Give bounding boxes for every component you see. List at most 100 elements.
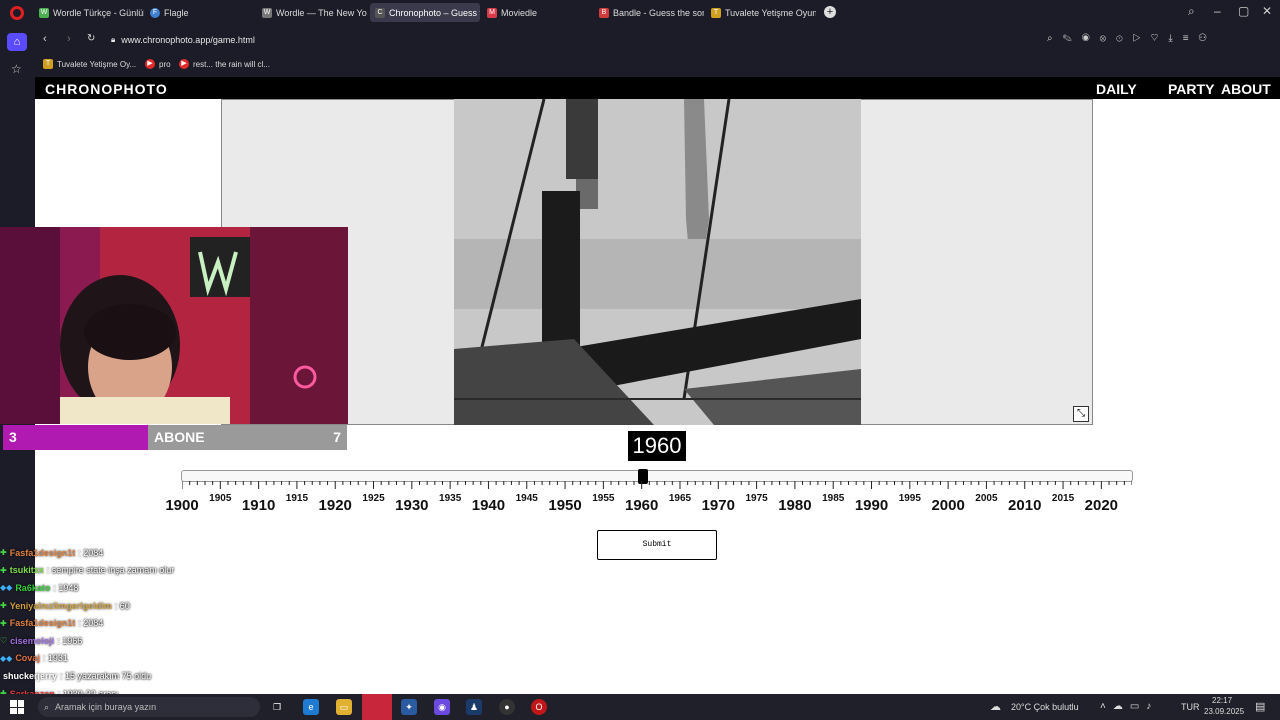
tick-label-minor: 1985 [822, 493, 845, 504]
chat-username[interactable]: Fasfa1design1t [10, 548, 76, 558]
chat-message: ✚ tsukitxx: sempire state inşa zamanı olu… [0, 562, 280, 580]
historic-photo [454, 99, 861, 425]
chat-text: : 1948 [53, 582, 79, 593]
chat-username[interactable]: tsukitxx [10, 565, 44, 575]
windows-start-icon[interactable] [10, 700, 24, 714]
edge-icon[interactable]: e [303, 699, 319, 715]
language-indicator[interactable]: TUR [1181, 702, 1200, 712]
webcam-overlay [0, 227, 348, 424]
tick-label-minor: 1965 [668, 493, 692, 504]
tab-favicon-icon: M [487, 7, 497, 18]
selected-year: 1960 [628, 431, 686, 461]
youtube-icon: ▶ [145, 59, 155, 69]
obs-icon[interactable]: ● [499, 699, 515, 715]
chat-username[interactable]: Covaj [15, 653, 40, 663]
chat-badge-icon: ✚ [0, 601, 7, 611]
tick-label-major: 1900 [165, 497, 199, 514]
tick-label-major: 2010 [1008, 497, 1042, 514]
chat-username[interactable]: Fasfa1design1t [10, 618, 76, 628]
reload-icon[interactable]: ↻ [87, 33, 95, 44]
tick-label-minor: 1995 [898, 493, 921, 504]
notification-icon[interactable]: ▤ [1255, 700, 1265, 713]
minimize-icon[interactable]: – [1214, 4, 1221, 18]
chat-username[interactable]: shuckerjerry [3, 671, 57, 681]
url-field[interactable]: 🔒︎ www.chronophoto.app/game.html [105, 30, 1045, 50]
tab-chronophoto[interactable]: CChronophoto – Guess the [370, 3, 480, 22]
app-blue-icon[interactable]: ✦ [401, 699, 417, 715]
chat-text: : 1966 [57, 635, 83, 646]
stream-chat: ✚ Fasfa1design1t: 2084 ✚ tsukitxx: sempire … [0, 544, 280, 700]
tick-label-minor: 1955 [592, 493, 615, 504]
chat-text: : 2084 [78, 547, 104, 558]
tab-search-icon[interactable]: ⌕ [1188, 4, 1195, 19]
tick-label-minor: 2015 [1051, 493, 1075, 504]
forward-icon[interactable]: › [67, 33, 71, 45]
exit-fullscreen-icon[interactable]: ⤡ [1073, 406, 1089, 422]
tick-label-minor: 1915 [285, 493, 309, 504]
bookmark-pro[interactable]: ▶ pro [145, 59, 171, 69]
youtube-icon: ▶ [179, 59, 189, 69]
bookmark-rest[interactable]: ▶ rest... the rain will cl... [179, 59, 270, 69]
home-icon[interactable]: ⌂ [7, 33, 27, 51]
chat-badge-icon: ◆◆ [0, 653, 13, 663]
chat-message: ✚ Fasfa1design1t: 2084 [0, 614, 280, 632]
tab-flagle[interactable]: F Flagle [145, 3, 255, 22]
slider-ticks [182, 481, 1132, 489]
tab-favicon-icon: F [150, 7, 160, 18]
chat-text: : 1931 [42, 653, 68, 664]
maximize-icon[interactable]: ▢ [1238, 4, 1249, 18]
tab-wordle-nyt[interactable]: WWordle — The New York T [257, 3, 367, 22]
chat-username[interactable]: cisemoloji [10, 636, 54, 646]
browser-tab-bar: WWordle Türkçe - Günlük K FFlagle WWordl… [0, 0, 1280, 26]
weather-text[interactable]: 20°C Çok bulutlu [1011, 702, 1079, 712]
tab-moviedle[interactable]: M Moviedle [482, 3, 592, 22]
tick-label-major: 1920 [318, 497, 352, 514]
chat-username[interactable]: Yeniyalnızlimgerlgeldim [10, 601, 112, 611]
year-tick-labels: 1900 1910 1920 1930 1940 1950 1960 1970 1980 1990… [35, 77, 1280, 514]
submit-button[interactable]: Submit [597, 530, 717, 560]
chat-badge-icon: ✚ [0, 565, 7, 575]
chat-text: : 60 [114, 600, 130, 611]
tick-label-major: 1990 [854, 497, 889, 514]
file-explorer-icon[interactable]: ▭ [336, 699, 352, 715]
bookmark-tuvalete[interactable]: T Tuvalete Yetişme Oy... [43, 59, 136, 69]
steam-icon[interactable]: ♟ [466, 699, 482, 715]
chat-username[interactable]: Ra6kato [15, 583, 50, 593]
chat-message: shuckerjerry: 15 yazarakım 75 oldu [0, 667, 280, 685]
chat-text: : 15 yazarakım 75 oldu [60, 670, 152, 681]
chat-message: ◆◆ Covaj: 1931 [0, 650, 280, 668]
windows-taskbar: ⌕ Aramak için buraya yazın ❐ e ▭ ✦ ◉ ♟ ●… [0, 694, 1280, 720]
task-view-icon[interactable]: ❐ [269, 699, 285, 715]
tray-icons[interactable]: ˄☁▭♪ [1100, 701, 1158, 712]
opera-icon[interactable]: O [531, 699, 547, 715]
star-icon[interactable]: ☆ [11, 62, 22, 76]
photo-frame [221, 99, 1093, 425]
chat-message: ♡ cisemoloji: 1966 [0, 632, 280, 650]
tab-wordle-turkce[interactable]: WWordle Türkçe - Günlük K [34, 3, 144, 22]
tick-label-major: 1980 [778, 497, 812, 514]
tick-label-minor: 1925 [362, 493, 385, 504]
clock-time[interactable]: 22:17 [1212, 696, 1232, 705]
trophy-icon: T [43, 59, 53, 69]
new-tab-icon[interactable]: + [824, 6, 836, 18]
toolbar-icons[interactable]: ⌕✎◉⊗⊙▷♡⤓≡⚇ [1047, 33, 1217, 44]
subscriber-goal-bar: 3 ABONE 7 [3, 425, 347, 450]
tab-bandle[interactable]: BBandle - Guess the song, [594, 3, 704, 22]
tick-label-major: 1940 [471, 497, 506, 514]
close-icon[interactable]: ✕ [1262, 4, 1272, 18]
tick-label-major: 2000 [931, 497, 965, 514]
opera-logo-icon[interactable] [10, 6, 24, 20]
tick-label-minor: 1975 [745, 493, 768, 504]
taskbar-search[interactable]: ⌕ Aramak için buraya yazın [38, 697, 260, 717]
clock-date[interactable]: 23.09.2025 [1204, 707, 1244, 716]
lock-icon: 🔒︎ [111, 35, 116, 44]
discord-icon[interactable]: ◉ [434, 699, 450, 715]
tick-label-minor: 1945 [515, 493, 538, 504]
url-text: www.chronophoto.app/game.html [121, 35, 255, 45]
tab-tuvalete[interactable]: TTuvalete Yetişme Oyunu C [706, 3, 816, 22]
chat-badge-icon: ✚ [0, 618, 7, 628]
back-icon[interactable]: ‹ [43, 33, 47, 45]
tab-favicon-icon: C [375, 7, 385, 18]
tab-favicon-icon: W [39, 7, 49, 18]
app-red-icon[interactable] [362, 694, 392, 720]
